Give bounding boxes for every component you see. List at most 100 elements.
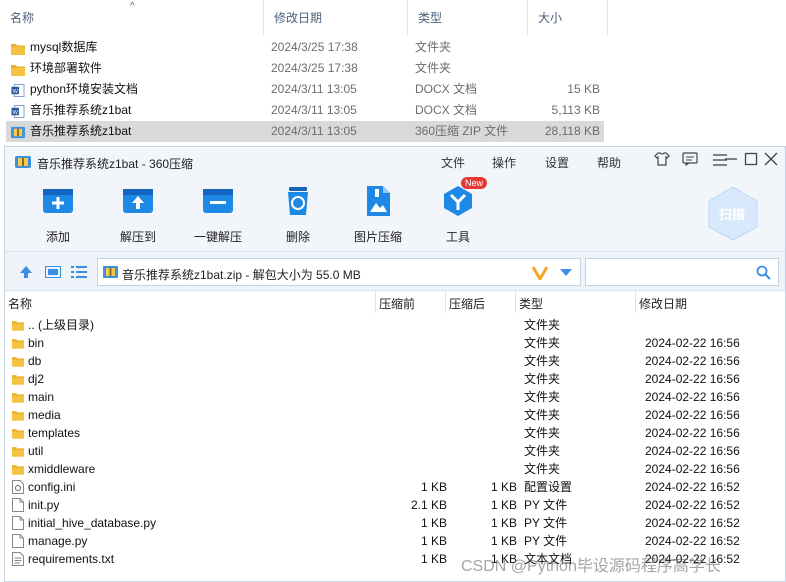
entry-type: 文件夹 <box>524 426 561 440</box>
menu-operate[interactable]: 操作 <box>492 154 516 171</box>
title-bar[interactable]: 音乐推荐系统z1bat - 360压缩 文件 操作 设置 帮助 <box>5 147 785 177</box>
delete-button[interactable]: 删除 <box>268 185 328 245</box>
add-button[interactable]: 添加 <box>28 185 88 245</box>
entry-type: 文件夹 <box>524 462 561 476</box>
close-icon[interactable] <box>761 152 781 172</box>
entry-name: xmiddleware <box>28 462 96 476</box>
zip-archive-icon <box>103 266 118 278</box>
menu-help[interactable]: 帮助 <box>597 154 621 171</box>
explorer-row[interactable]: 环境部署软件 2024/3/25 17:38 文件夹 <box>6 58 604 79</box>
image-compress-button[interactable]: 图片压缩 <box>348 185 408 245</box>
v-logo-icon[interactable] <box>532 266 548 280</box>
archive-file-row[interactable]: db 文件夹 2024-02-22 16:56 <box>5 352 765 370</box>
entry-size-before: 2.1 KB <box>410 498 447 512</box>
explorer-row[interactable]: Wpython环境安装文档 2024/3/11 13:05 DOCX 文档 15 KB <box>6 79 604 100</box>
search-field[interactable] <box>585 258 779 286</box>
search-input[interactable] <box>592 264 742 280</box>
path-field[interactable]: 音乐推荐系统z1bat.zip - 解包大小为 55.0 MB <box>97 258 581 286</box>
file-icon <box>12 516 24 530</box>
path-text: 音乐推荐系统z1bat.zip - 解包大小为 55.0 MB <box>122 268 361 282</box>
entry-type: 文件夹 <box>524 372 561 386</box>
column-date[interactable]: 修改日期 <box>264 0 408 36</box>
archive-file-row[interactable]: .. (上级目录) 文件夹 <box>5 316 765 334</box>
archive-file-row[interactable]: manage.py 1 KB 1 KB PY 文件 2024-02-22 16:52 <box>5 532 765 550</box>
archive-file-row[interactable]: initial_hive_database.py 1 KB 1 KB PY 文件 202… <box>5 514 765 532</box>
watermark: CSDN @Python毕设源码程序高学长 <box>461 558 721 575</box>
archiver-window: 音乐推荐系统z1bat - 360压缩 文件 操作 设置 帮助 添加 解压到 一… <box>4 146 786 582</box>
column-date-label: 修改日期 <box>274 11 323 25</box>
entry-size-after: 1 KB <box>490 516 517 530</box>
new-badge: New <box>461 177 488 189</box>
folder-icon <box>12 336 24 350</box>
search-icon[interactable] <box>756 265 771 280</box>
column-type[interactable]: 类型 <box>408 0 528 36</box>
archive-file-row[interactable]: util 文件夹 2024-02-22 16:56 <box>5 442 765 460</box>
folder-icon <box>11 41 25 55</box>
tools-button[interactable]: 工具 New <box>428 177 488 245</box>
archive-file-row[interactable]: templates 文件夹 2024-02-22 16:56 <box>5 424 765 442</box>
list-view-icon[interactable] <box>71 266 87 278</box>
menu-settings[interactable]: 设置 <box>545 154 569 171</box>
thumbnail-view-icon[interactable] <box>45 266 61 278</box>
one-click-extract-button[interactable]: 一键解压 <box>188 185 248 245</box>
archive-file-row[interactable]: bin 文件夹 2024-02-22 16:56 <box>5 334 765 352</box>
column-divider[interactable] <box>445 291 446 313</box>
column-divider[interactable] <box>515 291 516 313</box>
folder-icon <box>12 426 24 440</box>
entry-type: 文件夹 <box>524 318 561 332</box>
column-name[interactable]: 名称 <box>8 295 32 312</box>
word-doc-icon: W <box>11 83 25 97</box>
tools-label: 工具 <box>445 230 470 244</box>
up-arrow-icon[interactable] <box>19 265 33 279</box>
entry-name: main <box>28 390 55 404</box>
archive-file-row[interactable]: init.py 2.1 KB 1 KB PY 文件 2024-02-22 16:52 <box>5 496 765 514</box>
archive-file-row[interactable]: config.ini 1 KB 1 KB 配置设置 2024-02-22 16:52 <box>5 478 765 496</box>
entry-date: 2024-02-22 16:52 <box>645 534 740 548</box>
folder-icon <box>12 372 24 386</box>
feedback-icon[interactable] <box>680 152 700 172</box>
file-size: 15 KB <box>567 82 600 96</box>
entry-name: init.py <box>28 498 60 512</box>
address-bar: 音乐推荐系统z1bat.zip - 解包大小为 55.0 MB <box>5 251 785 291</box>
explorer-row[interactable]: mysql数据库 2024/3/25 17:38 文件夹 <box>6 37 604 58</box>
column-compressed[interactable]: 压缩前 <box>379 295 415 312</box>
minimize-icon[interactable] <box>721 152 741 172</box>
image-compress-label: 图片压缩 <box>353 230 402 244</box>
zip-archive-icon <box>11 125 25 139</box>
file-name: 音乐推荐系统z1bat <box>30 103 132 117</box>
config-file-icon <box>12 480 24 494</box>
entry-date: 2024-02-22 16:52 <box>645 498 740 512</box>
entry-size-before: 1 KB <box>420 516 447 530</box>
file-name: 音乐推荐系统z1bat <box>30 124 132 138</box>
column-divider[interactable] <box>375 291 376 313</box>
skin-icon[interactable] <box>652 152 672 172</box>
entry-name: dj2 <box>28 372 45 386</box>
menu-file[interactable]: 文件 <box>441 154 465 171</box>
entry-date: 2024-02-22 16:56 <box>645 462 740 476</box>
column-size-label: 大小 <box>538 11 563 25</box>
explorer-row[interactable]: W 音乐推荐系统z1bat 2024/3/11 13:05 DOCX 文档 5,113 … <box>6 100 604 121</box>
column-size[interactable]: 大小 <box>528 0 608 36</box>
file-date: 2024/3/11 13:05 <box>271 124 357 138</box>
column-divider[interactable] <box>635 291 636 313</box>
entry-name: initial_hive_database.py <box>28 516 157 530</box>
column-date[interactable]: 修改日期 <box>639 295 687 312</box>
explorer-row[interactable]: 音乐推荐系统z1bat 2024/3/11 13:05 360压缩 ZIP 文件 28… <box>6 121 604 142</box>
file-type: 360压缩 ZIP 文件 <box>415 124 509 138</box>
image-compress-icon <box>367 186 390 216</box>
maximize-icon[interactable] <box>741 152 761 172</box>
tools-icon <box>444 186 472 216</box>
archive-file-row[interactable]: dj2 文件夹 2024-02-22 16:56 <box>5 370 765 388</box>
entry-name: db <box>28 354 42 368</box>
archive-file-row[interactable]: main 文件夹 2024-02-22 16:56 <box>5 388 765 406</box>
column-actual[interactable]: 压缩后 <box>449 295 485 312</box>
add-icon <box>43 189 73 213</box>
archive-file-row[interactable]: media 文件夹 2024-02-22 16:56 <box>5 406 765 424</box>
folder-icon <box>12 462 24 476</box>
extract-to-button[interactable]: 解压到 <box>108 185 168 245</box>
column-type[interactable]: 类型 <box>519 295 543 312</box>
archiver-header: 音乐推荐系统z1bat - 360压缩 文件 操作 设置 帮助 添加 解压到 一… <box>5 147 785 251</box>
chevron-down-icon[interactable] <box>560 269 572 277</box>
scan-button[interactable]: 扫描 <box>705 185 761 241</box>
archive-file-row[interactable]: xmiddleware 文件夹 2024-02-22 16:56 <box>5 460 765 478</box>
